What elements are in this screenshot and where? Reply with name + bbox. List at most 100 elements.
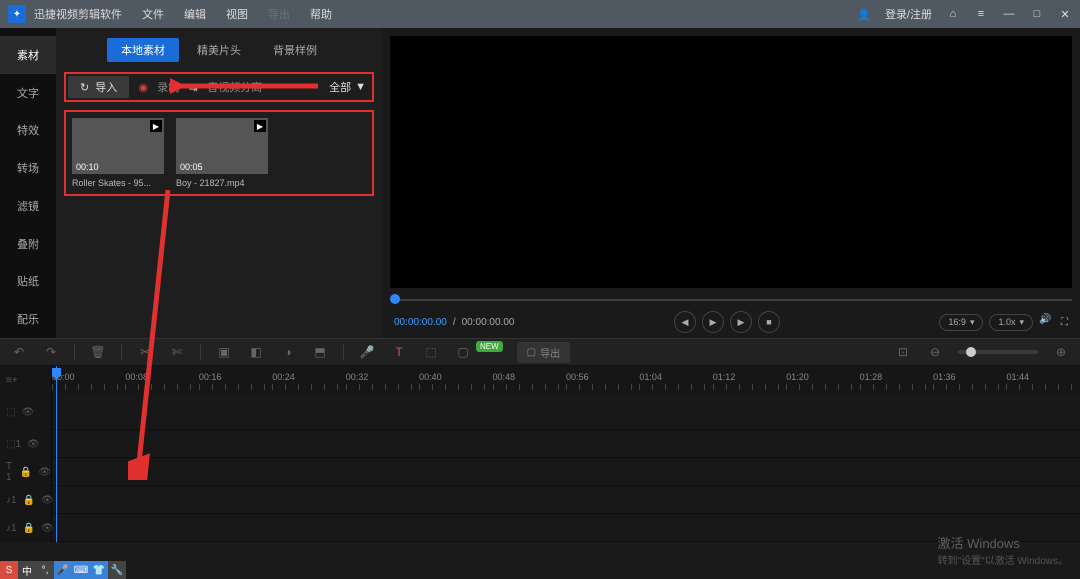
next-frame-button[interactable]: ▶ [730,311,752,333]
side-tab-effect[interactable]: 特效 [0,112,56,150]
subtab-bg[interactable]: 背景样例 [259,38,331,62]
menu-view[interactable]: 视图 [226,6,248,22]
import-row: ↻ 导入 ◉ 录制 ↹ 音视频分离 全部 ▼ [64,72,374,102]
side-tab-sticker[interactable]: 贴纸 [0,263,56,301]
timeline-track[interactable] [0,458,1080,486]
tool-icon[interactable]: ◑ [279,343,297,361]
menu-edit[interactable]: 编辑 [184,6,206,22]
media-sub-tabs: 本地素材 精美片头 背景样例 [64,36,374,64]
volume-icon[interactable]: 🔊 [1039,314,1055,330]
timeline-toolbar: ↶ ↷ 🗑 ✂ ✄ ▣ ◧ ◑ ⬒ 🎤 T ⬚ ▢ NEW ▢ 导出 ⊡ ⊖ ⊕ [0,338,1080,366]
tool-icon[interactable]: ▣ [215,343,233,361]
ruler-tick: 00:00 [52,366,125,394]
timeline-ruler[interactable]: 00:0000:0800:1600:2400:3200:4000:4800:56… [0,366,1080,394]
filter-dropdown[interactable]: 全部 ▼ [325,77,370,97]
menu-bar: ✦ 迅捷视频剪辑软件 文件 编辑 视图 导出 帮助 👤 登录/注册 ⌂ ≡ — … [0,0,1080,28]
av-separate-icon[interactable]: ↹ [185,79,201,95]
login-link[interactable]: 登录/注册 [885,6,932,22]
fullscreen-icon[interactable]: ⛶ [1061,317,1068,328]
menu-help[interactable]: 帮助 [310,6,332,22]
import-button[interactable]: ↻ 导入 [68,76,129,98]
chevron-down-icon: ▼ [355,81,366,93]
record-icon[interactable]: ◉ [135,79,151,95]
track-header-video2[interactable]: ⬚1👁 [0,430,51,458]
refresh-icon: ↻ [80,81,89,94]
tool-icon[interactable]: ▢ [454,343,472,361]
ime-lang[interactable]: 中 [18,561,36,579]
minimize-icon[interactable]: — [1002,7,1016,21]
mic-icon[interactable]: 🎤 [358,343,376,361]
zoom-in-icon[interactable]: ⊕ [1052,343,1070,361]
side-tab-overlay[interactable]: 叠附 [0,225,56,263]
undo-icon[interactable]: ↶ [10,343,28,361]
close-icon[interactable]: ✕ [1058,7,1072,21]
preview-video[interactable] [390,36,1072,288]
preview-seek-bar[interactable] [390,292,1072,306]
tool-icon[interactable]: ◧ [247,343,265,361]
thumb-duration: 00:10 [76,162,99,172]
ruler-tick: 01:04 [639,366,712,394]
cut-icon[interactable]: ✄ [168,343,186,361]
crop-icon[interactable]: ✂ [136,343,154,361]
ime-mic-icon[interactable]: 🎤 [54,561,72,579]
maximize-icon[interactable]: □ [1030,7,1044,21]
ime-skin-icon[interactable]: 👕 [90,561,108,579]
ruler-tick: 00:40 [419,366,492,394]
play-button[interactable]: ▶ [702,311,724,333]
menu-file[interactable]: 文件 [142,6,164,22]
ime-punct[interactable]: °, [36,561,54,579]
side-tab-filter[interactable]: 滤镜 [0,187,56,225]
media-thumb[interactable]: ▶ 00:10 Roller Skates - 95... [72,118,164,188]
prev-frame-button[interactable]: ◀ [674,311,696,333]
speed-dropdown[interactable]: 1.0x▾ [989,314,1033,331]
zoom-out-icon[interactable]: ⊖ [926,343,944,361]
chevron-down-icon: ▾ [970,317,975,328]
ime-icon[interactable]: S [0,561,18,579]
home-icon[interactable]: ⌂ [946,7,960,21]
ruler-tick: 00:48 [493,366,566,394]
timeline-track[interactable] [0,514,1080,542]
ruler-tick: 01:44 [1006,366,1079,394]
side-tab-music[interactable]: 配乐 [0,300,56,338]
export-button[interactable]: ▢ 导出 [517,342,570,363]
side-tab-text[interactable]: 文字 [0,74,56,112]
side-tab-transition[interactable]: 转场 [0,149,56,187]
record-label: 录制 [157,79,179,95]
subtab-local[interactable]: 本地素材 [107,38,179,62]
tool-icon[interactable]: ⬒ [311,343,329,361]
ime-tool-icon[interactable]: 🔧 [108,561,126,579]
media-panel: 本地素材 精美片头 背景样例 ↻ 导入 ◉ 录制 ↹ 音视频分离 全部 ▼ ▶ … [56,28,382,338]
aspect-ratio-dropdown[interactable]: 16:9▾ [939,314,983,331]
ruler-tick: 00:32 [346,366,419,394]
track-header-audio2[interactable]: ♪1🔒👁 [0,514,51,542]
track-header-text[interactable]: T 1🔒👁 [0,458,51,486]
track-header-audio[interactable]: ♪1🔒👁 [0,486,51,514]
zoom-slider[interactable] [958,350,1038,354]
gutter-add-icon[interactable]: ≡+ [0,366,51,394]
ime-keyboard-icon[interactable]: ⌨ [72,561,90,579]
fit-icon[interactable]: ⊡ [894,343,912,361]
ruler-tick: 01:28 [860,366,933,394]
tool-icon[interactable]: ⬚ [422,343,440,361]
ruler-tick: 00:56 [566,366,639,394]
side-tab-material[interactable]: 素材 [0,36,56,74]
timeline-track[interactable] [0,486,1080,514]
delete-icon[interactable]: 🗑 [89,343,107,361]
menu-icon[interactable]: ≡ [974,7,988,21]
timeline-track[interactable] [0,430,1080,458]
timeline-playhead[interactable] [56,366,57,542]
media-thumb[interactable]: ▶ 00:05 Boy - 21827.mp4 [176,118,268,188]
track-header-video[interactable]: ⬚👁 [0,394,51,430]
time-total: 00:00:00.00 [462,317,515,328]
menu-export[interactable]: 导出 [268,6,290,22]
redo-icon[interactable]: ↷ [42,343,60,361]
text-tool-icon[interactable]: T [390,343,408,361]
chevron-down-icon: ▾ [1019,317,1024,328]
subtab-intro[interactable]: 精美片头 [183,38,255,62]
stop-button[interactable]: ■ [758,311,780,333]
play-overlay-icon: ▶ [150,120,162,132]
timeline-track[interactable] [0,394,1080,430]
ruler-tick: 00:16 [199,366,272,394]
import-label: 导入 [95,79,117,95]
thumb-image: ▶ 00:10 [72,118,164,174]
